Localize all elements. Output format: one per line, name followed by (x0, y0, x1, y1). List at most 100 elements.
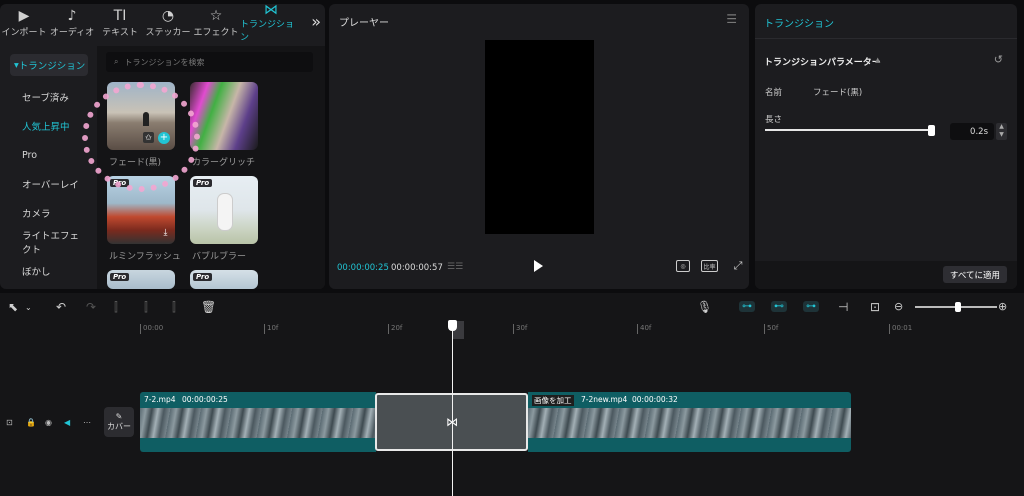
sticker-icon: ◔ (161, 7, 175, 24)
tab-label: オーディオ (49, 27, 95, 38)
more-icon[interactable]: ⋯ (83, 418, 91, 427)
timeline: ⬉ ⌄ ↶ ↷ ⫿ ⫿ ⫿ 🗑 🎙 ⊶ ⊷ ⊶ ⊣ ⊡ ⊖ ⊕ 00:00 10… (0, 293, 1024, 496)
sidebar-item-overlay[interactable]: オーバーレイ (10, 173, 88, 195)
clip-name: 7-2new.mp4 (581, 395, 628, 404)
name-label: 名前 (765, 88, 783, 98)
split-right-icon[interactable]: ⫿ (172, 300, 176, 315)
tab-label: テキスト (102, 27, 138, 38)
undo-icon[interactable]: ↶ (56, 300, 66, 314)
clip-name: 7-2.mp4 (144, 395, 176, 404)
lock-icon[interactable]: 🔒 (26, 418, 36, 427)
clip-thumbnails (140, 408, 376, 438)
snap-icon[interactable]: ⊷ (771, 301, 787, 312)
zoom-in-icon[interactable]: ⊕ (998, 300, 1007, 313)
collapse-icon[interactable]: ▲ (875, 56, 880, 64)
time-ruler[interactable]: 00:00 10f 20f 30f 40f 50f 00:01 (138, 321, 1024, 335)
apply-all-button[interactable]: すべてに適用 (942, 266, 1007, 283)
sidebar-item-camera[interactable]: カメラ (10, 202, 88, 224)
transition-settings-panel: トランジション トランジションパラメーター ▲ ↺ 名前 フェード(黒) 長さ … (755, 4, 1017, 289)
length-slider-handle[interactable] (928, 125, 935, 136)
tab-label: インポート (1, 27, 47, 38)
sidebar-item-blur[interactable]: ぼかし (10, 260, 88, 282)
split-icon[interactable]: ⫿ (114, 300, 118, 315)
transition-thumb-color-glitch[interactable] (190, 82, 258, 150)
search-placeholder: トランジションを検索 (124, 57, 205, 67)
reset-icon[interactable]: ↺ (994, 53, 1003, 66)
sidebar-item-saved[interactable]: セーブ済み (10, 86, 88, 108)
pro-badge: Pro (193, 273, 213, 281)
search-input[interactable]: ⌕ トランジションを検索 (106, 52, 313, 72)
clip-tag: 画像を加工 (532, 395, 574, 406)
microphone-icon[interactable]: 🎙 (697, 300, 712, 314)
duration-timecode: 00:00:00:57 (391, 263, 443, 273)
preview-axis-icon[interactable]: ⊡ (870, 300, 880, 314)
tab-import[interactable]: ▶ インポート (0, 4, 48, 42)
audio-meter-icon: ☰☰ (447, 262, 464, 272)
select-tool-icon[interactable]: ⬉ (8, 300, 18, 314)
cover-button[interactable]: ✎ カバー (104, 407, 134, 437)
param-section-title[interactable]: トランジションパラメーター (764, 55, 881, 68)
sidebar-item-light-effect[interactable]: ライトエフェクト (10, 231, 88, 256)
import-icon: ▶ (18, 7, 30, 24)
menu-icon[interactable]: ☰ (726, 12, 737, 26)
editor-window: ▶ インポート ♪ オーディオ TI テキスト ◔ ステッカー ☆ エフェクト … (0, 0, 1024, 496)
sidebar-item-trending[interactable]: 人気上昇中 (10, 115, 88, 137)
pro-badge: Pro (110, 273, 130, 281)
tab-sticker[interactable]: ◔ ステッカー (144, 4, 192, 42)
more-tabs-icon[interactable]: » (311, 12, 321, 31)
highlight-annotation (82, 82, 200, 192)
clip-duration: 00:00:00:25 (182, 395, 228, 404)
ruler-tick: 20f (388, 324, 402, 334)
transition-thumb[interactable]: Pro (107, 270, 175, 289)
chevron-down-icon[interactable]: ⌄ (25, 303, 32, 312)
video-clip-1[interactable]: 7-2.mp4 00:00:00:25 (140, 392, 376, 452)
play-icon[interactable] (534, 260, 543, 272)
preview-screen[interactable] (485, 40, 594, 234)
text-icon: TI (113, 7, 127, 24)
audio-icon[interactable]: ◀ (64, 418, 70, 427)
transition-thumb-bubble-blur[interactable]: Pro (190, 176, 258, 244)
fullscreen-icon[interactable]: ⤢ (731, 259, 745, 272)
video-clip-2[interactable]: 画像を加工 7-2new.mp4 00:00:00:32 (528, 392, 851, 452)
ruler-tick: 40f (637, 324, 651, 334)
zoom-fit-icon[interactable]: ◎ (676, 260, 690, 272)
divider (755, 38, 1017, 39)
playhead-line[interactable] (452, 321, 453, 496)
pro-badge: Pro (193, 179, 213, 187)
delete-icon[interactable]: 🗑 (201, 300, 216, 314)
media-panel: ▶ インポート ♪ オーディオ TI テキスト ◔ ステッカー ☆ エフェクト … (0, 4, 325, 289)
transition-icon: ⋈ (264, 4, 278, 18)
tab-audio[interactable]: ♪ オーディオ (48, 4, 96, 42)
link-icon[interactable]: ⊶ (803, 301, 819, 312)
ratio-icon[interactable]: 比率 (701, 260, 718, 272)
playhead-handle[interactable] (448, 320, 457, 331)
length-stepper[interactable]: ▲ ▼ (996, 123, 1007, 140)
panel-footer: すべてに適用 (755, 261, 1017, 289)
split-left-icon[interactable]: ⫿ (144, 300, 148, 315)
link-main-track-icon[interactable]: ⊶ (739, 301, 755, 312)
length-slider[interactable] (765, 129, 933, 131)
tab-effect[interactable]: ☆ エフェクト (192, 4, 240, 42)
split-view-icon[interactable]: ⊣ (838, 300, 848, 314)
cover-label: カバー (107, 422, 131, 431)
transition-thumb[interactable]: Pro (190, 270, 258, 289)
zoom-out-icon[interactable]: ⊖ (894, 300, 903, 313)
track-type-icon: ⊡ (6, 418, 13, 427)
tab-label: ステッカー (145, 27, 191, 38)
sidebar-item-transition[interactable]: ▾ トランジション (10, 54, 88, 76)
current-timecode: 00:00:00:25 (337, 263, 389, 273)
zoom-slider-handle[interactable] (955, 302, 961, 312)
tab-transition[interactable]: ⋈ トランジション (240, 4, 302, 43)
eye-icon[interactable]: ◉ (45, 418, 52, 427)
timeline-toolbar: ⬉ ⌄ ↶ ↷ ⫿ ⫿ ⫿ 🗑 🎙 ⊶ ⊷ ⊶ ⊣ ⊡ ⊖ ⊕ (0, 293, 1024, 321)
ruler-tick: 00:01 (889, 324, 912, 334)
person-silhouette (218, 194, 232, 230)
tab-text[interactable]: TI テキスト (96, 4, 144, 42)
panel-title: トランジション (764, 19, 834, 30)
redo-icon[interactable]: ↷ (86, 300, 96, 314)
length-input[interactable]: 0.2s (950, 123, 994, 140)
download-icon[interactable]: ⤓ (160, 228, 171, 239)
clip-duration: 00:00:00:32 (632, 395, 678, 404)
audio-icon: ♪ (67, 7, 77, 24)
sidebar-item-pro[interactable]: Pro (10, 144, 88, 166)
